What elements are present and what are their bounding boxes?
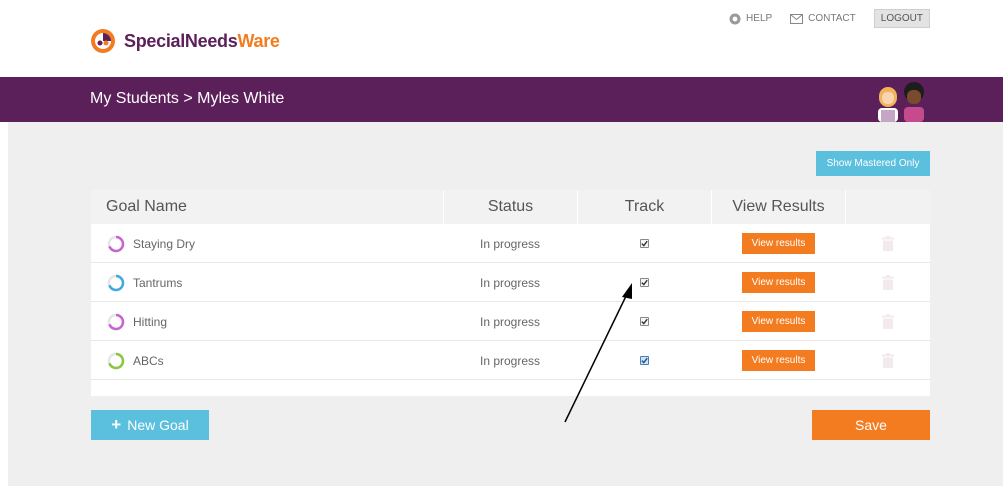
column-status: Status <box>443 190 577 224</box>
checkmark-icon <box>640 318 648 325</box>
checkmark-icon <box>640 357 648 364</box>
track-checkbox[interactable] <box>639 356 649 365</box>
trash-icon[interactable] <box>882 275 894 290</box>
new-goal-button[interactable]: + New Goal <box>91 410 209 440</box>
view-results-cell: View results <box>711 341 846 380</box>
goal-progress-ring-icon <box>107 274 125 291</box>
goal-status: In progress <box>479 353 541 368</box>
help-link[interactable]: HELP <box>729 13 772 25</box>
goal-progress-ring-icon <box>107 352 125 369</box>
trash-cell <box>846 302 930 341</box>
goal-progress-ring-icon <box>107 235 125 252</box>
column-track: Track <box>577 190 711 224</box>
goal-name: Tantrums <box>133 275 183 290</box>
goal-cell[interactable]: Hitting <box>107 302 167 341</box>
table-row: Staying Dry In progress View results <box>91 224 930 263</box>
track-checkbox[interactable] <box>639 278 649 287</box>
goal-name: ABCs <box>133 353 164 368</box>
table-row: Tantrums In progress View results <box>91 263 930 302</box>
help-lifebuoy-icon <box>729 13 741 24</box>
track-checkbox[interactable] <box>639 239 649 248</box>
goal-status: In progress <box>479 314 541 329</box>
table-row: Hitting In progress View results <box>91 302 930 341</box>
main-content: Show Mastered Only Goal Name Status Trac… <box>8 122 1003 486</box>
goal-name: Staying Dry <box>133 236 196 251</box>
students-avatar-icon <box>878 82 924 122</box>
goal-status: In progress <box>479 236 541 251</box>
logout-button[interactable]: LOGOUT <box>873 9 930 28</box>
top-header: SpecialNeedsWare HELP CONTACT LOGOUT <box>0 0 1003 77</box>
trash-cell <box>846 224 930 263</box>
help-label: HELP <box>746 13 773 24</box>
view-results-cell: View results <box>711 263 846 302</box>
page-banner: My Students > Myles White <box>0 77 1003 122</box>
view-results-button[interactable]: View results <box>742 311 815 332</box>
checkmark-icon <box>640 279 648 286</box>
track-cell <box>577 341 711 380</box>
top-links: HELP CONTACT LOGOUT <box>729 9 930 28</box>
table-header: Goal Name Status Track View Results <box>91 190 930 224</box>
trash-icon[interactable] <box>882 236 894 251</box>
checkmark-icon <box>640 240 648 247</box>
view-results-cell: View results <box>711 302 846 341</box>
logo-text: SpecialNeedsWare <box>124 30 280 51</box>
track-cell <box>577 224 711 263</box>
show-mastered-button[interactable]: Show Mastered Only <box>816 151 930 176</box>
view-results-cell: View results <box>711 224 846 263</box>
view-results-button[interactable]: View results <box>742 272 815 293</box>
goal-progress-ring-icon <box>107 313 125 330</box>
envelope-icon <box>790 13 804 24</box>
trash-cell <box>846 341 930 380</box>
logo-mark-icon <box>91 29 115 53</box>
goal-status: In progress <box>479 275 541 290</box>
new-goal-label: New Goal <box>127 417 189 433</box>
goal-cell[interactable]: Staying Dry <box>107 224 195 263</box>
plus-icon: + <box>111 415 122 434</box>
trash-icon[interactable] <box>882 314 894 329</box>
goal-cell[interactable]: Tantrums <box>107 263 182 302</box>
view-results-button[interactable]: View results <box>742 233 815 254</box>
trash-icon[interactable] <box>882 353 894 368</box>
goals-table: Goal Name Status Track View Results Stay… <box>91 190 930 396</box>
goal-cell[interactable]: ABCs <box>107 341 164 380</box>
trash-cell <box>846 263 930 302</box>
track-cell <box>577 302 711 341</box>
contact-label: CONTACT <box>808 13 856 24</box>
track-checkbox[interactable] <box>639 317 649 326</box>
view-results-button[interactable]: View results <box>742 350 815 371</box>
save-button[interactable]: Save <box>812 410 930 440</box>
goal-name: Hitting <box>133 314 168 329</box>
table-row: ABCs In progress View results <box>91 341 930 380</box>
column-goal-name: Goal Name <box>106 198 187 215</box>
column-view-results: View Results <box>711 190 846 224</box>
logo[interactable]: SpecialNeedsWare <box>90 28 280 54</box>
track-cell <box>577 263 711 302</box>
contact-link[interactable]: CONTACT <box>790 13 856 24</box>
breadcrumb: My Students > Myles White <box>90 90 285 107</box>
